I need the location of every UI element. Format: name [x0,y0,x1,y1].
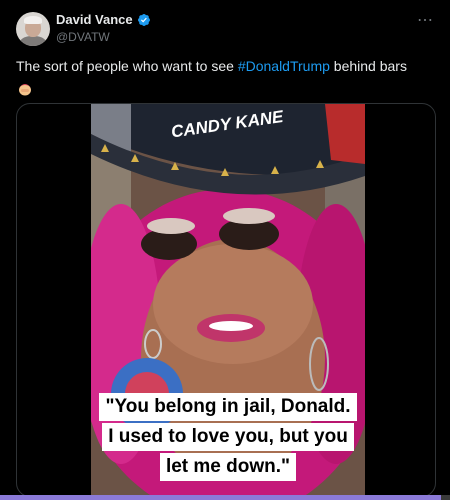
caption-line-2: I used to love you, but you [102,423,354,451]
video-caption: "You belong in jail, Donald. I used to l… [91,392,365,482]
hashtag-link[interactable]: #DonaldTrump [238,58,330,74]
author-name-row: David Vance [56,12,151,27]
face-palm-emoji-icon [19,84,31,96]
author-handle[interactable]: @DVATW [56,30,110,44]
more-options-icon[interactable]: ⋯ [417,10,434,30]
video-player[interactable]: CANDY KANE "You belong in jail, Donald. … [16,103,436,497]
tweet-card[interactable]: David Vance @DVATW ⋯ The sort of people … [0,0,450,500]
tweet-text-before: The sort of people who want to see [16,58,238,74]
tweet-text: The sort of people who want to see #Dona… [16,57,436,75]
author-display-name[interactable]: David Vance [56,12,133,27]
caption-line-1: "You belong in jail, Donald. [99,393,357,421]
tweet-text-after: behind bars [329,58,407,74]
verified-badge-icon [137,13,150,26]
video-progress-fill [0,495,441,500]
video-progress-bar[interactable] [0,495,450,500]
caption-line-3: let me down." [159,453,297,481]
author-avatar[interactable] [16,12,50,46]
